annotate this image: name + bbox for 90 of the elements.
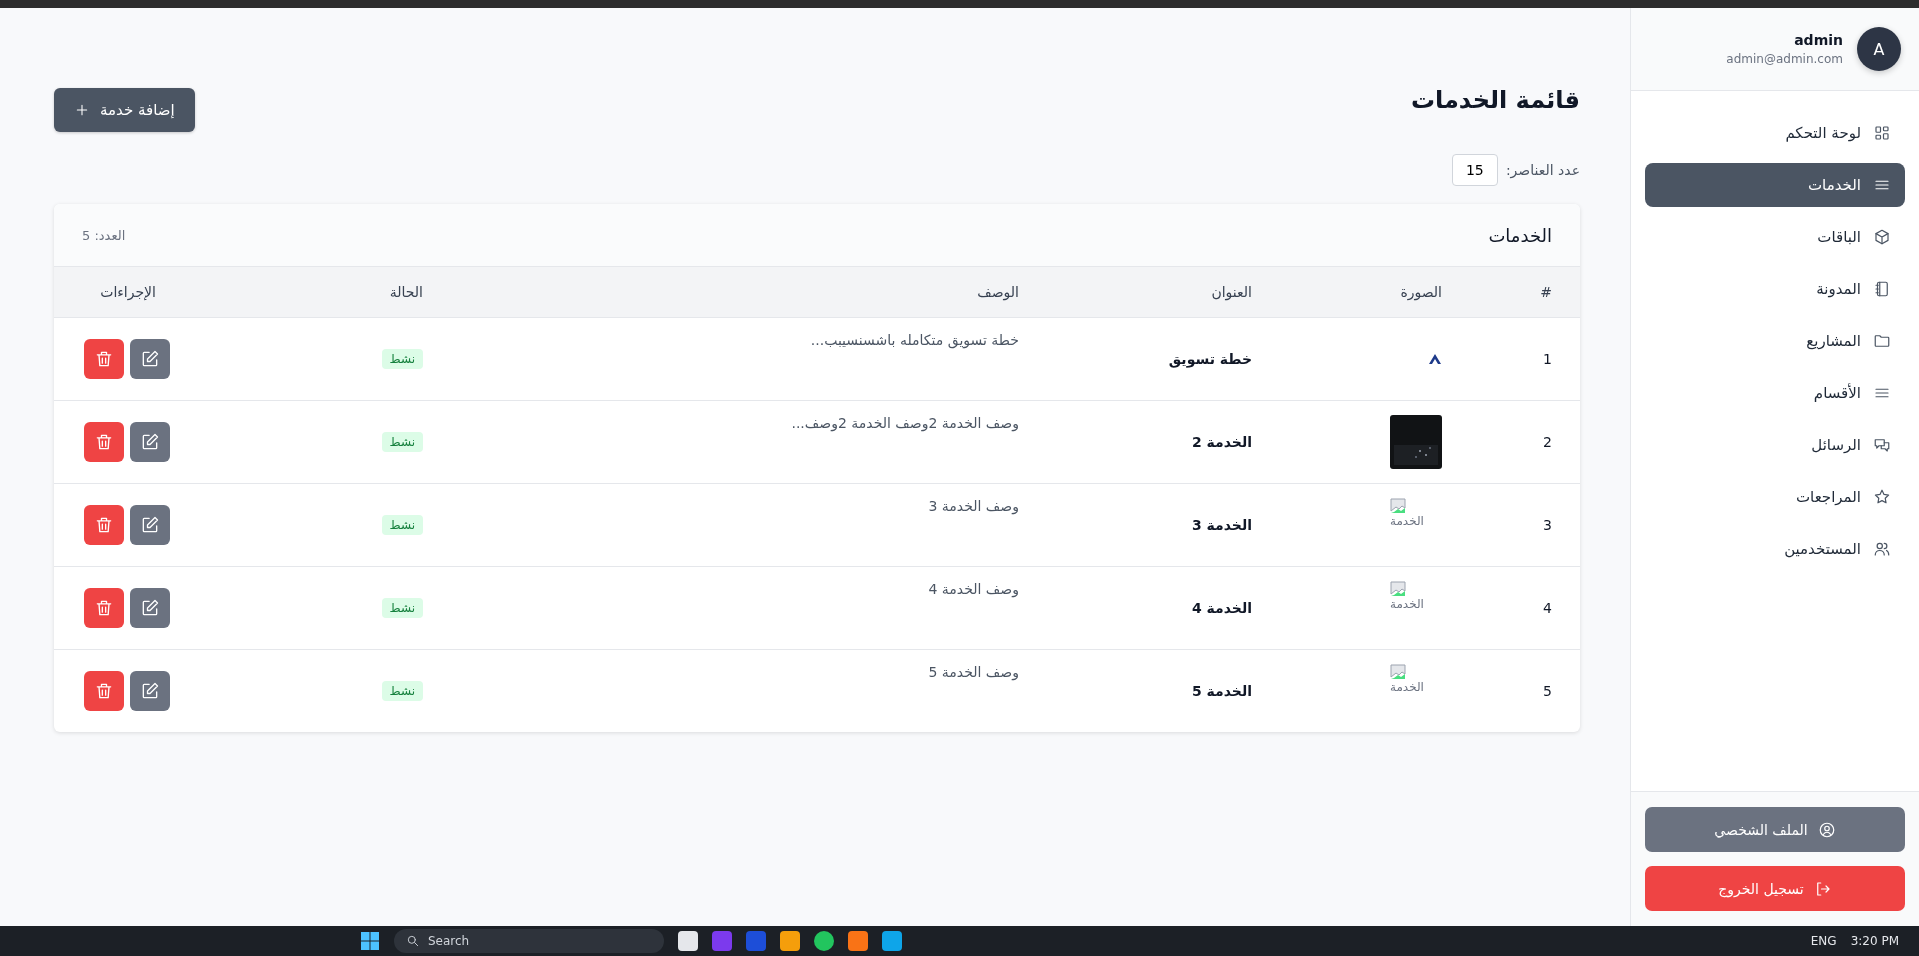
delete-button[interactable] — [84, 505, 124, 545]
nav-item[interactable]: المدونة — [1645, 267, 1905, 311]
delete-button[interactable] — [84, 339, 124, 379]
nav-item[interactable]: الأقسام — [1645, 371, 1905, 415]
trash-icon — [94, 515, 114, 535]
edit-icon — [140, 432, 160, 452]
nav-item[interactable]: الخدمات — [1645, 163, 1905, 207]
nav-item[interactable]: الرسائل — [1645, 423, 1905, 467]
language-indicator[interactable]: ENG — [1810, 934, 1837, 948]
delete-button[interactable] — [84, 588, 124, 628]
status-badge: نشط — [381, 349, 423, 369]
trash-icon — [94, 681, 114, 701]
table-cell: 5 — [1543, 683, 1552, 699]
column-header: العنوان — [1211, 284, 1252, 300]
app-icon[interactable] — [882, 931, 902, 951]
table-cell: وصف الخدمة 5 — [928, 664, 1019, 680]
user-name: admin — [1793, 32, 1843, 48]
edit-button[interactable] — [130, 588, 170, 628]
page-size-label: عدد العناصر: — [1505, 162, 1580, 178]
image-alt-text: الخدمة — [1390, 514, 1424, 528]
edit-button[interactable] — [130, 339, 170, 379]
column-header: الصورة — [1400, 284, 1442, 300]
item-count: العدد: 5 — [82, 227, 126, 243]
search-icon — [406, 934, 420, 948]
taskbar-search[interactable]: Search — [394, 929, 664, 953]
nav-item[interactable]: المراجعات — [1645, 475, 1905, 519]
status-badge: نشط — [381, 432, 423, 452]
edit-button[interactable] — [130, 505, 170, 545]
table-cell: الخدمة 3 — [1192, 517, 1252, 533]
status-badge: نشط — [381, 598, 423, 618]
column-header: الحالة — [389, 284, 423, 300]
trash-icon — [94, 349, 114, 369]
page-size-field[interactable]: 15 — [1451, 154, 1498, 186]
users-icon — [1873, 540, 1891, 558]
table-cell: الخدمة 4 — [1192, 600, 1252, 616]
trash-icon — [94, 432, 114, 452]
status-badge: نشط — [381, 681, 423, 701]
user-avatar: A — [1857, 27, 1901, 71]
app-icon[interactable] — [814, 931, 834, 951]
windows-icon[interactable] — [360, 931, 380, 951]
table-cell: خطة تسويق متكامله باشسنسيبب... — [810, 332, 1019, 348]
chat-icon — [1873, 436, 1891, 454]
status-badge: نشط — [381, 515, 423, 535]
edit-icon — [140, 681, 160, 701]
edit-icon — [140, 598, 160, 618]
grid-icon — [1873, 124, 1891, 142]
delete-button[interactable] — [84, 671, 124, 711]
image-alt-text: الخدمة — [1390, 680, 1424, 694]
logout-button[interactable]: تسجيل الخروج — [1645, 866, 1905, 911]
nav-item[interactable]: الباقات — [1645, 215, 1905, 259]
trash-icon — [94, 598, 114, 618]
table-cell: وصف الخدمة 3 — [928, 498, 1019, 514]
column-header: الوصف — [977, 284, 1019, 300]
column-header: # — [1540, 284, 1552, 300]
image-alt-text: الخدمة — [1390, 597, 1424, 611]
page-title: قائمة الخدمات — [1410, 85, 1580, 114]
logo-icon — [1428, 353, 1442, 365]
delete-button[interactable] — [84, 422, 124, 462]
plus-icon — [74, 102, 90, 118]
nav-item[interactable]: المشاريع — [1645, 319, 1905, 363]
profile-button[interactable]: الملف الشخصي — [1645, 807, 1905, 852]
column-header: الإجراءات — [100, 284, 156, 300]
notebook-icon — [1873, 280, 1891, 298]
edit-button[interactable] — [130, 422, 170, 462]
table-cell: وصف الخدمة 4 — [928, 581, 1019, 597]
edit-button[interactable] — [130, 671, 170, 711]
edit-icon — [140, 515, 160, 535]
table-cell: 4 — [1543, 600, 1552, 616]
star-icon — [1873, 488, 1891, 506]
table-cell: خطة تسويق — [1168, 351, 1252, 367]
box-icon — [1873, 228, 1891, 246]
clock[interactable]: 3:20 PM — [1850, 934, 1899, 948]
table-cell: وصف الخدمة 2وصف الخدمة 2وصف... — [791, 415, 1019, 431]
edit-icon — [140, 349, 160, 369]
broken-image-icon — [1390, 498, 1406, 514]
app-icon[interactable] — [678, 931, 698, 951]
nav-item[interactable]: لوحة التحكم — [1645, 111, 1905, 155]
add-service-button[interactable]: إضافة خدمة — [54, 88, 195, 132]
broken-image-icon — [1390, 581, 1406, 597]
table-cell: الخدمة 5 — [1192, 683, 1252, 699]
table-cell: 2 — [1543, 434, 1552, 450]
nav-item[interactable]: المستخدمين — [1645, 527, 1905, 571]
table-cell: 1 — [1543, 351, 1552, 367]
table-cell: الخدمة 2 — [1192, 434, 1252, 450]
broken-image-icon — [1390, 664, 1406, 680]
app-icon[interactable] — [848, 931, 868, 951]
user-email: admin@admin.com — [1726, 52, 1843, 66]
card-title: الخدمات — [1488, 224, 1552, 246]
user-circle-icon — [1817, 820, 1836, 839]
table-cell: 3 — [1543, 517, 1552, 533]
